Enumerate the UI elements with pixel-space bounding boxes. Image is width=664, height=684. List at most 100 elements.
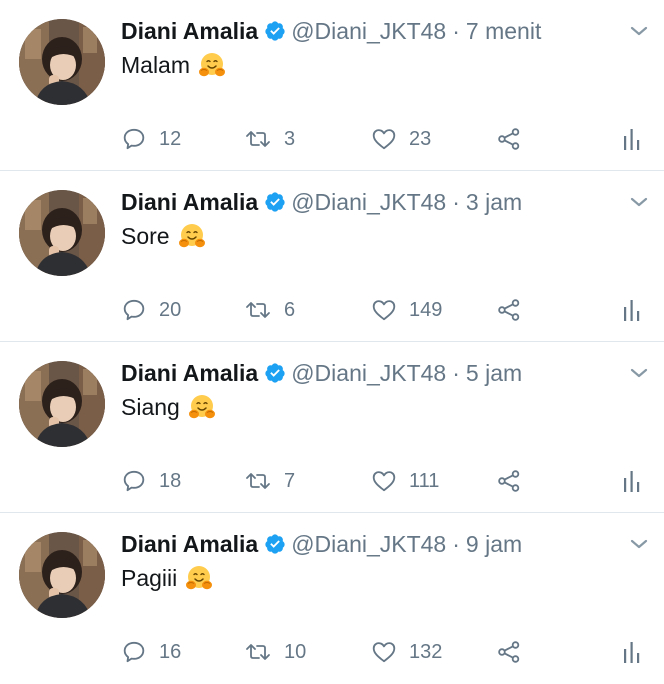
reply-button[interactable]: 18 [121,463,181,499]
like-count: 132 [409,640,443,663]
tweet[interactable]: Diani Amalia @Diani_JKT48 · 9 jam Pagiii [0,513,664,684]
chevron-down-icon[interactable] [629,195,649,209]
hugging-face-icon [198,51,226,79]
tweet-actions: 18 7 111 [121,463,651,499]
reply-button[interactable]: 12 [121,121,181,157]
reply-count: 20 [159,298,182,321]
avatar[interactable] [19,532,105,618]
tweet-header: Diani Amalia @Diani_JKT48 · 9 jam [121,527,522,561]
retweet-count: 7 [284,469,296,492]
bar-chart-icon [622,126,642,152]
retweet-button[interactable]: 7 [244,463,295,499]
tweet[interactable]: Diani Amalia @Diani_JKT48 · 5 jam Siang [0,342,664,513]
chevron-down-icon[interactable] [629,366,649,380]
verified-badge-icon [264,191,286,213]
retweet-count: 6 [284,298,296,321]
share-button[interactable] [496,463,522,499]
separator-dot: · [452,18,460,44]
heart-icon [371,126,397,152]
tweet-actions: 12 3 23 [121,121,651,157]
tweet-header: Diani Amalia @Diani_JKT48 · 5 jam [121,356,522,390]
user-name[interactable]: Diani Amalia [121,356,258,390]
reply-icon [121,126,147,152]
retweet-button[interactable]: 10 [244,634,306,670]
verified-badge-icon [264,20,286,42]
reply-button[interactable]: 20 [121,292,181,328]
chevron-down-icon[interactable] [629,537,649,551]
share-icon [496,468,522,494]
retweet-icon [244,126,272,152]
avatar[interactable] [19,361,105,447]
tweet-timestamp[interactable]: 3 jam [466,185,522,219]
retweet-icon [244,639,272,665]
tweet-timestamp[interactable]: 7 menit [466,14,541,48]
tweet-actions: 16 10 132 [121,634,651,670]
tweet[interactable]: Diani Amalia @Diani_JKT48 · 3 jam Sore 2… [0,171,664,342]
user-handle[interactable]: @Diani_JKT48 [291,185,446,219]
analytics-button[interactable] [622,121,642,157]
reply-icon [121,468,147,494]
tweet-text-content: Pagiii [121,565,178,591]
tweet-text: Pagiii [121,561,213,595]
analytics-button[interactable] [622,634,642,670]
share-icon [496,126,522,152]
tweet-timestamp[interactable]: 5 jam [466,356,522,390]
tweet-text-content: Sore [121,223,170,249]
user-name[interactable]: Diani Amalia [121,14,258,48]
bar-chart-icon [622,468,642,494]
reply-count: 18 [159,469,182,492]
like-count: 23 [409,127,432,150]
heart-icon [371,468,397,494]
bar-chart-icon [622,639,642,665]
like-button[interactable]: 149 [371,292,442,328]
user-handle[interactable]: @Diani_JKT48 [291,14,446,48]
hugging-face-icon [188,393,216,421]
verified-badge-icon [264,362,286,384]
user-handle[interactable]: @Diani_JKT48 [291,356,446,390]
like-button[interactable]: 111 [371,463,439,499]
share-button[interactable] [496,292,522,328]
tweet-text-content: Malam [121,52,191,78]
reply-count: 16 [159,640,182,663]
retweet-count: 10 [284,640,307,663]
avatar[interactable] [19,190,105,276]
separator-dot: · [452,531,460,557]
tweet-timestamp[interactable]: 9 jam [466,527,522,561]
analytics-button[interactable] [622,463,642,499]
reply-icon [121,639,147,665]
reply-count: 12 [159,127,182,150]
user-name[interactable]: Diani Amalia [121,185,258,219]
retweet-button[interactable]: 6 [244,292,295,328]
tweet-header: Diani Amalia @Diani_JKT48 · 3 jam [121,185,522,219]
retweet-button[interactable]: 3 [244,121,295,157]
avatar-image [19,532,105,618]
chevron-down-icon[interactable] [629,24,649,38]
tweet[interactable]: Diani Amalia @Diani_JKT48 · 7 menit Mala… [0,0,664,171]
analytics-button[interactable] [622,292,642,328]
tweet-feed: Diani Amalia @Diani_JKT48 · 7 menit Mala… [0,0,664,684]
avatar-image [19,361,105,447]
heart-icon [371,297,397,323]
bar-chart-icon [622,297,642,323]
avatar-image [19,190,105,276]
hugging-face-icon [185,564,213,592]
like-count: 111 [409,469,440,492]
share-icon [496,297,522,323]
tweet-text: Siang [121,390,216,424]
user-name[interactable]: Diani Amalia [121,527,258,561]
tweet-actions: 20 6 149 [121,292,651,328]
like-button[interactable]: 132 [371,634,442,670]
avatar[interactable] [19,19,105,105]
user-handle[interactable]: @Diani_JKT48 [291,527,446,561]
reply-button[interactable]: 16 [121,634,181,670]
hugging-face-icon [178,222,206,250]
tweet-header: Diani Amalia @Diani_JKT48 · 7 menit [121,14,541,48]
like-count: 149 [409,298,443,321]
share-button[interactable] [496,121,522,157]
tweet-text: Sore [121,219,206,253]
separator-dot: · [452,360,460,386]
like-button[interactable]: 23 [371,121,431,157]
retweet-icon [244,297,272,323]
share-button[interactable] [496,634,522,670]
heart-icon [371,639,397,665]
